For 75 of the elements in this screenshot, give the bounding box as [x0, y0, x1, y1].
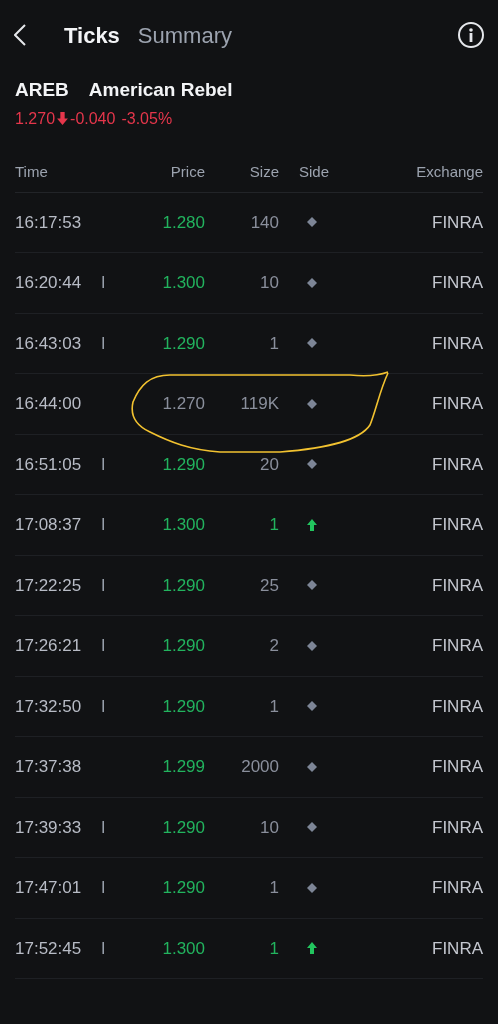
time-cell-text: 16:43:03 [15, 332, 83, 355]
time-cell-text: 17:39:33 [15, 816, 83, 839]
time-cell-text: 17:26:21 [15, 635, 83, 657]
time-cell-text: 17:37:38 [15, 756, 83, 778]
info-icon[interactable] [458, 22, 484, 48]
tab[interactable]: Ticks [64, 18, 120, 52]
size-cell: 10 [260, 817, 279, 837]
size-cell: 1 [269, 696, 279, 716]
exchange-cell-text: FINRA [432, 332, 483, 355]
price-cell: 1.290 [162, 333, 205, 353]
exchange-cell-text: FINRA [432, 756, 483, 778]
size-cell: 2000 [241, 757, 279, 776]
time-cell-text: 16:44:00 [15, 393, 83, 415]
time-cell-text: 17:47:01 [15, 877, 83, 899]
price-cell: 1.270 [162, 394, 205, 413]
column-header: Exchange [416, 161, 483, 182]
column-header: Price [169, 161, 205, 182]
tab[interactable]: Summary [137, 18, 232, 52]
size-cell: 1 [269, 333, 279, 353]
condition-mark: I [101, 939, 106, 957]
condition-mark: I [101, 334, 106, 352]
size-cell: 25 [260, 575, 279, 595]
size-cell: 119K [240, 394, 279, 413]
condition-mark: I [101, 879, 106, 896]
exchange-cell-text: FINRA [432, 635, 483, 657]
condition-mark: I [101, 637, 106, 654]
condition-mark: I [101, 818, 106, 836]
size-cell: 1 [269, 878, 279, 897]
exchange-cell-text: FINRA [432, 272, 483, 294]
exchange-cell-text: FINRA [432, 695, 483, 718]
condition-mark: I [101, 576, 106, 594]
column-header: Time [15, 161, 49, 182]
price-cell: 1.300 [162, 273, 205, 292]
stock-name: American Rebel [88, 78, 233, 102]
price-cell: 1.290 [162, 878, 205, 897]
condition-mark: I [101, 697, 106, 715]
last-price: 1.270 [15, 108, 56, 129]
exchange-cell-text: FINRA [432, 453, 483, 476]
time-cell-text: 17:32:50 [15, 695, 83, 718]
size-cell: 2 [269, 636, 279, 655]
time-cell-text: 17:22:25 [15, 574, 83, 597]
stock-symbol: AREB [15, 78, 69, 102]
price-cell: 1.290 [162, 575, 205, 595]
exchange-cell-text: FINRA [432, 877, 483, 899]
exchange-cell-text: FINRA [432, 514, 483, 536]
time-cell-text: 16:51:05 [15, 453, 83, 476]
size-cell: 140 [250, 212, 279, 232]
time-cell-text: 17:08:37 [15, 514, 83, 536]
price-change: -0.040 [70, 108, 116, 129]
column-header: Side [299, 161, 330, 182]
exchange-cell-text: FINRA [432, 816, 483, 839]
price-cell: 1.299 [162, 757, 205, 776]
price-cell: 1.300 [162, 938, 205, 958]
column-header: Size [248, 161, 279, 182]
condition-mark: I [101, 455, 106, 473]
condition-mark: I [101, 274, 106, 291]
price-cell: 1.280 [162, 212, 205, 232]
price-cell: 1.300 [162, 515, 205, 534]
exchange-cell-text: FINRA [432, 211, 483, 234]
percent-change: -3.05% [121, 108, 173, 129]
exchange-cell-text: FINRA [432, 574, 483, 597]
condition-mark: I [101, 516, 106, 533]
price-cell: 1.290 [162, 696, 205, 716]
price-cell: 1.290 [162, 454, 205, 474]
exchange-cell-text: FINRA [432, 937, 483, 960]
size-cell: 1 [269, 515, 279, 534]
size-cell: 1 [269, 938, 279, 958]
exchange-cell-text: FINRA [432, 393, 483, 415]
price-cell: 1.290 [162, 817, 205, 837]
size-cell: 20 [260, 454, 279, 474]
time-cell-text: 16:17:53 [15, 211, 83, 234]
price-cell: 1.290 [162, 636, 205, 655]
time-cell-text: 17:52:45 [15, 937, 83, 960]
size-cell: 10 [260, 273, 279, 292]
time-cell-text: 16:20:44 [15, 272, 83, 294]
